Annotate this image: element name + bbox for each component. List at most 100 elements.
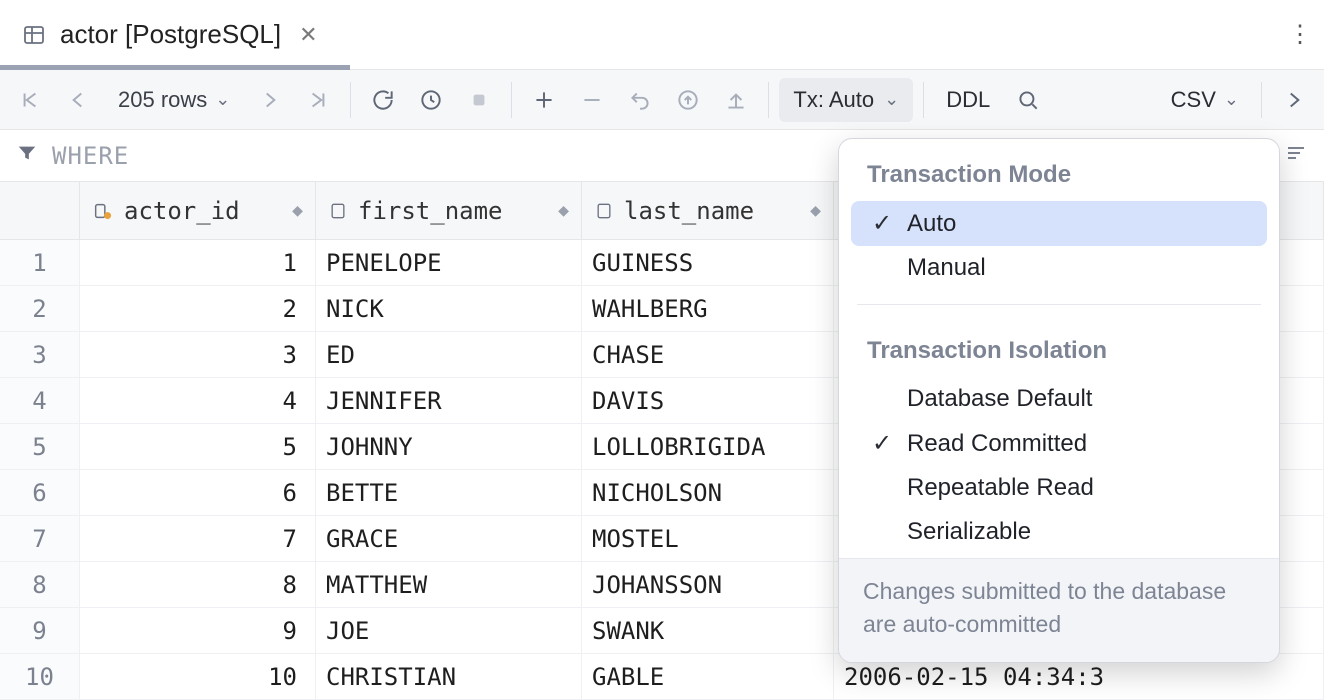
tab-bar: actor [PostgreSQL] ✕ ⋮ <box>0 0 1324 70</box>
check-icon: ✓ <box>871 429 893 458</box>
cell-first-name[interactable]: MATTHEW <box>316 562 582 607</box>
row-number: 4 <box>0 378 80 423</box>
cell-last-name[interactable]: JOHANSSON <box>582 562 834 607</box>
cell-first-name[interactable]: PENELOPE <box>316 240 582 285</box>
tx-menu-footer: Changes submitted to the database are au… <box>839 558 1279 662</box>
cell-actor-id[interactable]: 5 <box>80 424 316 469</box>
menu-item-label: Repeatable Read <box>907 474 1094 502</box>
cell-last-name[interactable]: SWANK <box>582 608 834 653</box>
menu-item-label: Manual <box>907 254 986 282</box>
revert-button[interactable] <box>618 78 662 122</box>
reload-button[interactable] <box>361 78 405 122</box>
cell-first-name[interactable]: BETTE <box>316 470 582 515</box>
sort-icon[interactable]: ◆ <box>292 200 303 221</box>
column-name: last_name <box>624 197 754 225</box>
row-count-dropdown[interactable]: 205 rows ⌄ <box>104 87 244 113</box>
search-button[interactable] <box>1006 78 1050 122</box>
cell-first-name[interactable]: ED <box>316 332 582 377</box>
table-icon <box>22 23 46 47</box>
cell-actor-id[interactable]: 6 <box>80 470 316 515</box>
menu-item-label: Auto <box>907 210 956 238</box>
cell-last-name[interactable]: NICHOLSON <box>582 470 834 515</box>
cell-actor-id[interactable]: 10 <box>80 654 316 699</box>
row-number: 6 <box>0 470 80 515</box>
tx-mode-header: Transaction Mode <box>839 153 1279 201</box>
sort-icon[interactable]: ◆ <box>810 200 821 221</box>
check-icon: ✓ <box>871 209 893 238</box>
cell-actor-id[interactable]: 7 <box>80 516 316 561</box>
more-menu-button[interactable]: ⋮ <box>1276 20 1324 49</box>
tx-iso-serializable[interactable]: Serializable <box>851 510 1267 554</box>
cell-last-name[interactable]: WAHLBERG <box>582 286 834 331</box>
history-button[interactable] <box>409 78 453 122</box>
tx-iso-repeatable-read[interactable]: Repeatable Read <box>851 466 1267 510</box>
tx-mode-manual[interactable]: Manual <box>851 246 1267 290</box>
cell-actor-id[interactable]: 2 <box>80 286 316 331</box>
last-page-button[interactable] <box>296 78 340 122</box>
filter-icon <box>16 142 38 170</box>
row-number-header <box>0 182 80 239</box>
column-header-last-name[interactable]: last_name ◆ <box>582 182 834 239</box>
cell-actor-id[interactable]: 9 <box>80 608 316 653</box>
tx-mode-label: Tx: Auto <box>793 87 874 113</box>
tx-iso-read-committed[interactable]: ✓ Read Committed <box>851 421 1267 466</box>
menu-item-label: Read Committed <box>907 430 1087 458</box>
ddl-button[interactable]: DDL <box>934 87 1002 113</box>
menu-item-label: Serializable <box>907 518 1031 546</box>
where-placeholder: WHERE <box>52 142 129 170</box>
next-page-button[interactable] <box>248 78 292 122</box>
chevron-down-icon: ⌄ <box>215 89 230 110</box>
cell-first-name[interactable]: CHRISTIAN <box>316 654 582 699</box>
upload-button[interactable] <box>714 78 758 122</box>
tx-iso-header: Transaction Isolation <box>839 329 1279 377</box>
cell-last-name[interactable]: DAVIS <box>582 378 834 423</box>
close-icon[interactable]: ✕ <box>295 18 321 52</box>
remove-row-button[interactable] <box>570 78 614 122</box>
transaction-menu: Transaction Mode ✓ Auto Manual Transacti… <box>838 138 1280 663</box>
cell-first-name[interactable]: GRACE <box>316 516 582 561</box>
tab-actor[interactable]: actor [PostgreSQL] ✕ <box>0 0 350 69</box>
cell-last-name[interactable]: GUINESS <box>582 240 834 285</box>
cell-actor-id[interactable]: 8 <box>80 562 316 607</box>
submit-button[interactable] <box>666 78 710 122</box>
row-number: 9 <box>0 608 80 653</box>
column-name: first_name <box>358 197 503 225</box>
row-number: 10 <box>0 654 80 699</box>
cell-actor-id[interactable]: 3 <box>80 332 316 377</box>
row-number: 3 <box>0 332 80 377</box>
key-column-icon <box>92 200 114 222</box>
cell-last-name[interactable]: MOSTEL <box>582 516 834 561</box>
first-page-button[interactable] <box>8 78 52 122</box>
stop-button[interactable] <box>457 78 501 122</box>
menu-item-label: Database Default <box>907 385 1092 413</box>
column-icon <box>594 201 614 221</box>
cell-first-name[interactable]: JENNIFER <box>316 378 582 423</box>
cell-first-name[interactable]: NICK <box>316 286 582 331</box>
sort-icon[interactable]: ◆ <box>558 200 569 221</box>
column-name: actor_id <box>124 197 240 225</box>
cell-first-name[interactable]: JOHNNY <box>316 424 582 469</box>
export-format-label: CSV <box>1171 87 1216 113</box>
tab-title: actor [PostgreSQL] <box>60 19 281 50</box>
row-number: 8 <box>0 562 80 607</box>
cell-last-name[interactable]: LOLLOBRIGIDA <box>582 424 834 469</box>
row-number: 1 <box>0 240 80 285</box>
prev-page-button[interactable] <box>56 78 100 122</box>
cell-last-name[interactable]: GABLE <box>582 654 834 699</box>
tx-mode-auto[interactable]: ✓ Auto <box>851 201 1267 246</box>
column-header-first-name[interactable]: first_name ◆ <box>316 182 582 239</box>
overflow-right-button[interactable] <box>1272 78 1316 122</box>
column-header-actor-id[interactable]: actor_id ◆ <box>80 182 316 239</box>
add-row-button[interactable] <box>522 78 566 122</box>
export-format-dropdown[interactable]: CSV ⌄ <box>1159 87 1251 113</box>
toolbar: 205 rows ⌄ Tx: Auto ⌄ DDL CSV ⌄ <box>0 70 1324 130</box>
order-by-icon[interactable] <box>1284 141 1308 171</box>
chevron-down-icon: ⌄ <box>1224 89 1239 110</box>
cell-last-name[interactable]: CHASE <box>582 332 834 377</box>
cell-first-name[interactable]: JOE <box>316 608 582 653</box>
tx-iso-default[interactable]: Database Default <box>851 377 1267 421</box>
cell-actor-id[interactable]: 4 <box>80 378 316 423</box>
cell-actor-id[interactable]: 1 <box>80 240 316 285</box>
row-count-label: 205 rows <box>118 87 207 113</box>
tx-mode-dropdown[interactable]: Tx: Auto ⌄ <box>779 78 913 122</box>
